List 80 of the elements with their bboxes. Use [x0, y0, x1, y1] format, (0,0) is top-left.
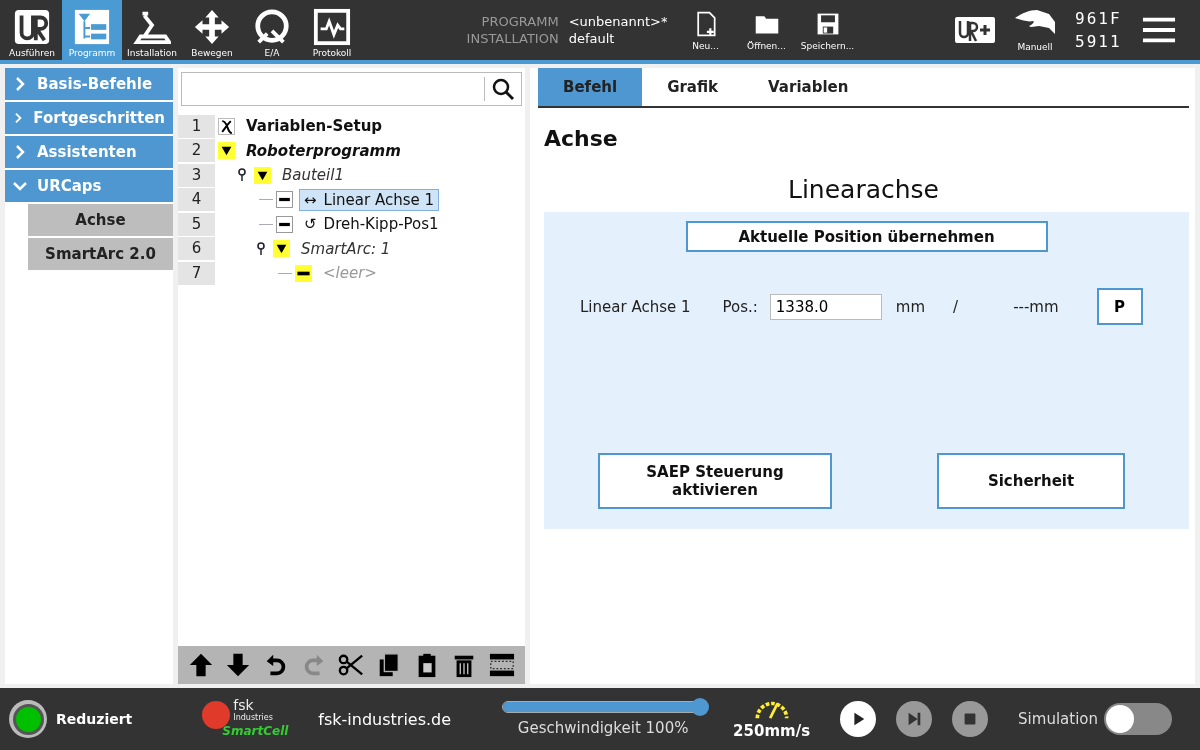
tree-node[interactable]: Variablen-Setup	[241, 115, 388, 138]
scissors-icon[interactable]	[338, 652, 365, 678]
position-field[interactable]: 1338.0	[769, 293, 882, 320]
speed-value: 250mm/s	[733, 722, 811, 740]
command-icon	[276, 191, 293, 209]
status-dot	[15, 706, 41, 732]
pin-icon	[237, 168, 247, 183]
tree-node[interactable]: Bauteil1	[277, 164, 349, 187]
nav-tab[interactable]: Protokoll	[302, 0, 362, 60]
nav-tab[interactable]: Bewegen	[182, 0, 242, 60]
tree-branch-line	[259, 199, 273, 201]
status-indicator[interactable]	[9, 700, 47, 738]
simulation-toggle[interactable]	[1104, 703, 1172, 735]
target-position: ---mm	[1013, 297, 1059, 316]
axis-name: Linear Achse 1	[580, 297, 691, 316]
search-field[interactable]	[181, 72, 522, 106]
play-button[interactable]	[840, 701, 877, 737]
chart-window-icon	[313, 8, 351, 46]
program-label: PROGRAMM	[480, 14, 559, 29]
tab[interactable]: Grafik	[642, 68, 744, 106]
company-logo: fsk Industries SmartCell	[202, 697, 299, 741]
move-arrows-icon	[193, 8, 231, 46]
tree-node[interactable]: ↺ Dreh-Kipp-Pos1	[299, 213, 444, 236]
folder-toggle-icon	[218, 142, 235, 160]
status-text: Reduziert	[56, 711, 133, 727]
tree-node[interactable]: SmartArc: 1	[296, 237, 396, 260]
hand-icon	[1013, 8, 1057, 36]
position-label: Pos.:	[722, 297, 758, 316]
line-number: 3	[178, 163, 215, 187]
take-position-button[interactable]: Aktuelle Position übernehmen	[685, 221, 1048, 252]
folder-toggle-icon	[273, 240, 290, 258]
tab[interactable]: Befehl	[538, 68, 643, 106]
serial-text: 961F	[1075, 9, 1122, 28]
arrow-up-icon[interactable]	[187, 652, 214, 678]
separator-text: /	[953, 297, 959, 316]
line-number: 2	[178, 139, 215, 163]
line-number: 6	[178, 237, 215, 261]
tree-node[interactable]: ↔ Linear Achse 1	[299, 188, 440, 211]
speed-label: Geschwindigkeit 100%	[517, 719, 689, 737]
mode-button[interactable]: Manuell	[1013, 0, 1057, 60]
arrow-down-icon[interactable]	[225, 652, 252, 678]
urcap-plus-icon[interactable]	[955, 17, 995, 43]
installation-name: default	[568, 31, 616, 46]
command-icon	[276, 215, 293, 233]
action-button[interactable]: SAEP Steuerung aktivieren	[598, 453, 832, 509]
line-number: 1	[178, 114, 215, 138]
program-name: <unbenannt>*	[568, 14, 669, 29]
folder-toggle-icon	[254, 166, 271, 184]
nav-tab[interactable]: E/A	[242, 0, 302, 60]
pin-icon	[256, 241, 266, 256]
command-heading: Achse	[544, 126, 619, 151]
nav-tab[interactable]: Ausführen	[2, 0, 62, 60]
action-button[interactable]: Sicherheit	[937, 453, 1125, 509]
unit-label: mm	[895, 297, 926, 316]
io-circle-icon	[253, 8, 291, 46]
serial-text: 5911	[1075, 32, 1122, 51]
program-tree-icon	[73, 8, 111, 46]
panel-title: Linearachse	[787, 175, 940, 204]
file-button[interactable]: Neu...	[678, 0, 733, 60]
installation-label: INSTALLATION	[465, 31, 559, 46]
line-number: 4	[178, 188, 215, 212]
simulation-label: Simulation	[1018, 710, 1098, 728]
empty-slot-icon	[295, 264, 312, 282]
tree-branch-line	[259, 223, 273, 225]
p-button[interactable]: P	[1096, 288, 1143, 325]
menu-icon[interactable]	[1141, 15, 1176, 45]
logo-icon	[13, 8, 51, 46]
sidebar-subitem[interactable]: SmartArc 2.0	[28, 238, 173, 270]
variable-icon	[218, 117, 235, 135]
file-button[interactable]: Speichern...	[800, 0, 855, 60]
nav-tab[interactable]: Installation	[122, 0, 182, 60]
tab[interactable]: Variablen	[743, 68, 874, 106]
tree-branch-line	[278, 272, 292, 274]
suppress-icon[interactable]	[489, 652, 516, 678]
tree-node[interactable]: Roboterprogramm	[241, 139, 406, 162]
sidebar-subitem[interactable]: Achse	[28, 204, 173, 236]
website-text: fsk-industries.de	[318, 709, 452, 729]
line-number: 7	[178, 261, 215, 285]
line-number: 5	[178, 212, 215, 236]
file-button[interactable]: Öffnen...	[739, 0, 794, 60]
